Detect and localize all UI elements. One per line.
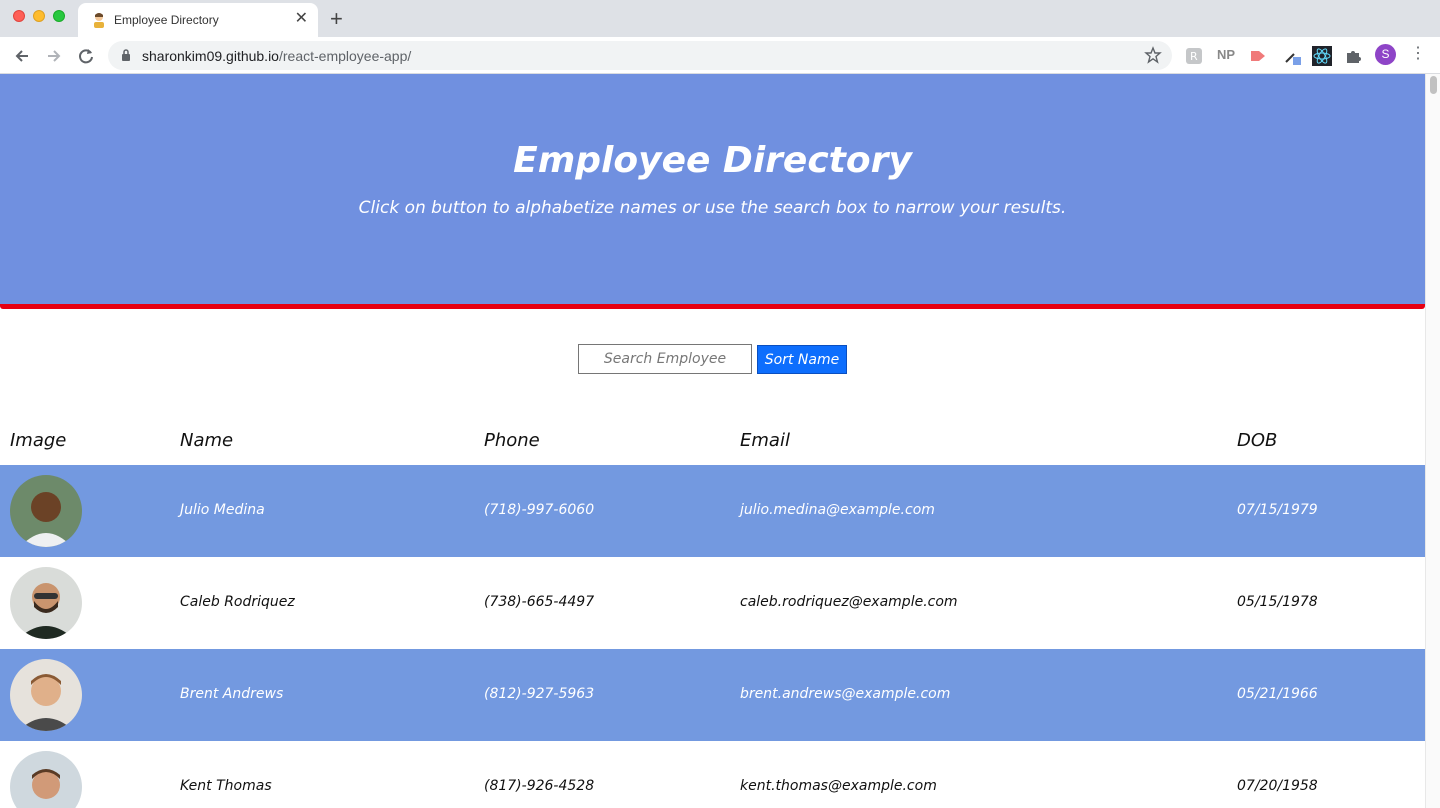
- close-window-button[interactable]: [13, 10, 25, 22]
- employee-table: Image Name Phone Email DOB Julio Medina …: [0, 414, 1425, 808]
- employee-photo: [10, 659, 82, 731]
- employee-name: Julio Medina: [180, 502, 265, 518]
- back-arrow-icon[interactable]: [11, 45, 33, 67]
- employee-phone: (817)-926-4528: [484, 778, 595, 794]
- extension-arrow-icon[interactable]: [1248, 46, 1268, 66]
- employee-dob: 07/15/1979: [1237, 502, 1318, 518]
- extension-eyedropper-icon[interactable]: [1282, 46, 1302, 66]
- employee-phone: (718)-997-6060: [484, 502, 595, 518]
- extensions-puzzle-icon[interactable]: [1344, 46, 1364, 66]
- search-employee-input[interactable]: [578, 344, 752, 374]
- profile-avatar[interactable]: S: [1375, 44, 1396, 65]
- scrollbar-thumb[interactable]: [1430, 76, 1437, 94]
- employee-name: Kent Thomas: [180, 778, 272, 794]
- reload-icon[interactable]: [75, 45, 97, 67]
- employee-email: caleb.rodriquez@example.com: [740, 594, 958, 610]
- table-row: Julio Medina (718)-997-6060 julio.medina…: [0, 465, 1425, 557]
- header-name: Name: [180, 430, 234, 451]
- vertical-scrollbar[interactable]: [1425, 74, 1440, 808]
- header-image: Image: [10, 430, 67, 451]
- employee-dob: 05/21/1966: [1237, 686, 1318, 702]
- minimize-window-button[interactable]: [33, 10, 45, 22]
- address-bar[interactable]: sharonkim09.github.io/react-employee-app…: [108, 41, 1172, 70]
- maximize-window-button[interactable]: [53, 10, 65, 22]
- table-row: Brent Andrews (812)-927-5963 brent.andre…: [0, 649, 1425, 741]
- employee-photo: [10, 751, 82, 808]
- table-row: Kent Thomas (817)-926-4528 kent.thomas@e…: [0, 741, 1425, 808]
- lock-icon: [122, 49, 130, 61]
- employee-email: kent.thomas@example.com: [740, 778, 937, 794]
- jumbotron-header: Employee Directory Click on button to al…: [0, 74, 1425, 309]
- close-tab-icon[interactable]: ✕: [295, 10, 308, 28]
- browser-toolbar: sharonkim09.github.io/react-employee-app…: [0, 37, 1440, 74]
- sort-name-button[interactable]: Sort Name: [757, 345, 847, 374]
- employee-phone: (812)-927-5963: [484, 686, 595, 702]
- table-row: Caleb Rodriquez (738)-665-4497 caleb.rod…: [0, 557, 1425, 649]
- forward-arrow-icon[interactable]: [43, 45, 65, 67]
- bookmark-star-icon[interactable]: [1144, 46, 1162, 64]
- browser-tab[interactable]: Employee Directory ✕: [78, 3, 318, 37]
- person-favicon-icon: [94, 13, 104, 28]
- extension-react-icon[interactable]: [1312, 46, 1332, 66]
- employee-dob: 05/15/1978: [1237, 594, 1318, 610]
- employee-name: Brent Andrews: [180, 686, 284, 702]
- new-tab-icon[interactable]: +: [330, 6, 343, 32]
- extension-np-icon[interactable]: NP: [1217, 47, 1235, 62]
- page-viewport: Employee Directory Click on button to al…: [0, 74, 1425, 808]
- browser-tabstrip: Employee Directory ✕ +: [0, 0, 1440, 37]
- page-subtitle: Click on button to alphabetize names or …: [358, 198, 1067, 218]
- employee-phone: (738)-665-4497: [484, 594, 595, 610]
- employee-email: brent.andrews@example.com: [740, 686, 951, 702]
- extension-reader-icon[interactable]: R: [1184, 46, 1204, 66]
- browser-menu-icon[interactable]: ⋮: [1410, 45, 1426, 63]
- tab-title: Employee Directory: [114, 13, 219, 27]
- employee-name: Caleb Rodriquez: [180, 594, 295, 610]
- employee-photo: [10, 567, 82, 639]
- table-header-row: Image Name Phone Email DOB: [0, 414, 1425, 465]
- employee-photo: [10, 475, 82, 547]
- header-email: Email: [740, 430, 790, 451]
- header-phone: Phone: [484, 430, 540, 451]
- url-text: sharonkim09.github.io/react-employee-app…: [142, 48, 412, 64]
- header-dob: DOB: [1237, 430, 1278, 451]
- page-title: Employee Directory: [513, 140, 912, 181]
- employee-dob: 07/20/1958: [1237, 778, 1318, 794]
- employee-email: julio.medina@example.com: [740, 502, 935, 518]
- svg-text:R: R: [1190, 50, 1198, 63]
